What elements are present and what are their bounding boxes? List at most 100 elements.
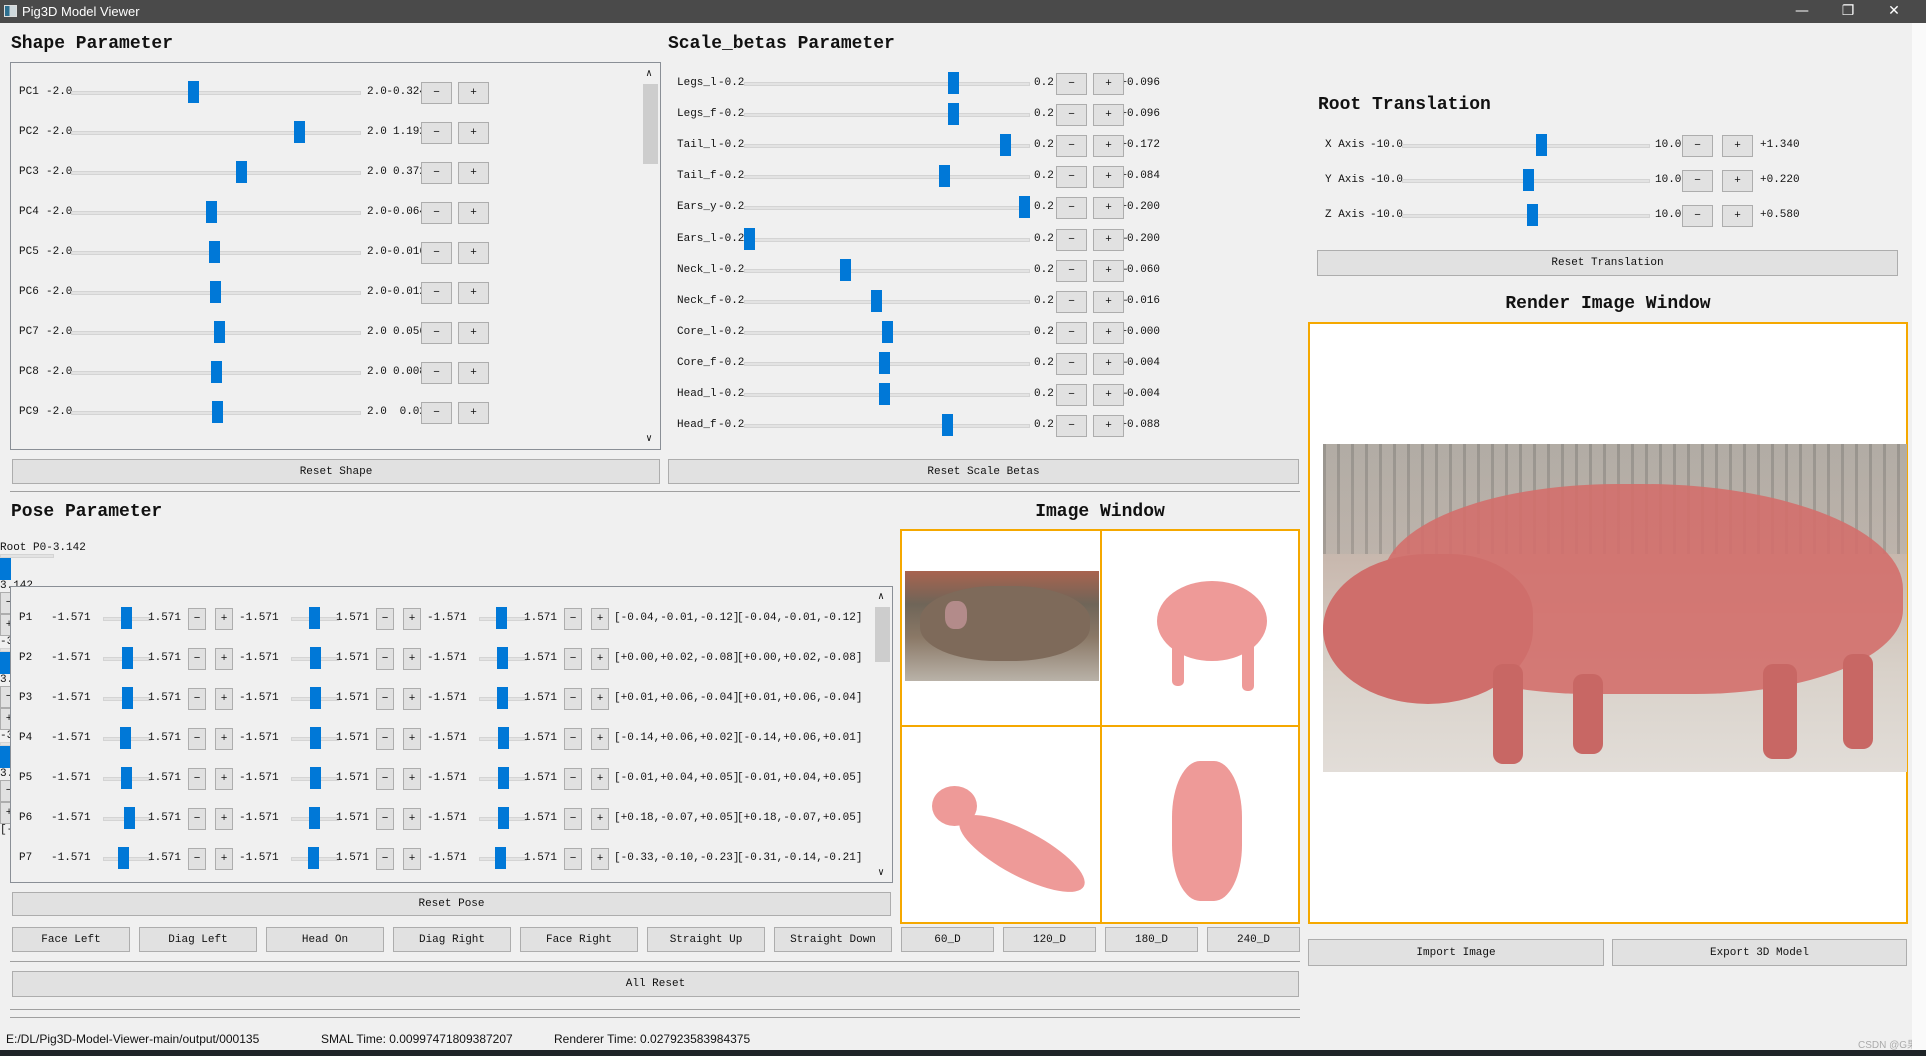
decrement-button[interactable]: −	[421, 242, 452, 264]
preset-face-left-button[interactable]: Face Left	[12, 927, 130, 952]
increment-button[interactable]: +	[591, 648, 609, 670]
increment-button[interactable]: +	[215, 608, 233, 630]
reset-pose-button[interactable]: Reset Pose	[12, 892, 891, 916]
increment-button[interactable]: +	[215, 848, 233, 870]
shape-slider-handle[interactable]	[211, 361, 223, 383]
increment-button[interactable]: +	[458, 202, 489, 224]
view-240_d-button[interactable]: 240_D	[1207, 927, 1300, 952]
decrement-button[interactable]: −	[564, 688, 582, 710]
all-reset-button[interactable]: All Reset	[12, 971, 1299, 997]
decrement-button[interactable]: −	[1682, 135, 1713, 157]
scroll-up-icon[interactable]: ∧	[878, 591, 884, 603]
shape-slider-handle[interactable]	[209, 241, 221, 263]
pose-axis-0-slider-handle[interactable]	[119, 727, 131, 749]
pose-axis-0-slider-handle[interactable]	[117, 847, 129, 869]
decrement-button[interactable]: −	[1682, 170, 1713, 192]
increment-button[interactable]: +	[1093, 197, 1124, 220]
pose-axis-1-slider-handle[interactable]	[310, 687, 322, 709]
preset-face-right-button[interactable]: Face Right	[520, 927, 638, 952]
decrement-button[interactable]: −	[376, 688, 394, 710]
decrement-button[interactable]: −	[564, 608, 582, 630]
scroll-down-icon[interactable]: ∨	[646, 433, 652, 445]
increment-button[interactable]: +	[1093, 228, 1124, 251]
scale-slider-handle[interactable]	[840, 258, 852, 281]
decrement-button[interactable]: −	[1056, 135, 1087, 158]
scale-slider-handle[interactable]	[942, 414, 953, 437]
pose-axis-0-slider-handle[interactable]	[123, 807, 135, 829]
decrement-button[interactable]: −	[1056, 259, 1087, 282]
increment-button[interactable]: +	[458, 122, 489, 144]
decrement-button[interactable]: −	[1682, 205, 1713, 227]
decrement-button[interactable]: −	[564, 768, 582, 790]
pose-axis-0-slider-handle[interactable]	[121, 767, 133, 789]
scale-slider-handle[interactable]	[870, 289, 882, 312]
decrement-button[interactable]: −	[188, 648, 206, 670]
decrement-button[interactable]: −	[188, 848, 206, 870]
scale-slider[interactable]	[744, 144, 1030, 149]
increment-button[interactable]: +	[215, 688, 233, 710]
minimize-button[interactable]: —	[1782, 2, 1822, 20]
translation-slider-handle[interactable]	[1523, 169, 1535, 191]
increment-button[interactable]: +	[215, 768, 233, 790]
scale-slider[interactable]	[744, 299, 1030, 304]
decrement-button[interactable]: −	[1056, 197, 1087, 220]
increment-button[interactable]: +	[458, 402, 489, 424]
view-60_d-button[interactable]: 60_D	[901, 927, 994, 952]
decrement-button[interactable]: −	[564, 848, 582, 870]
decrement-button[interactable]: −	[1056, 352, 1087, 375]
increment-button[interactable]: +	[591, 808, 609, 830]
increment-button[interactable]: +	[1093, 384, 1124, 406]
scale-slider-handle[interactable]	[1019, 196, 1030, 219]
pose-axis-0-slider-handle[interactable]	[121, 607, 133, 629]
pose-axis-0-slider-handle[interactable]	[0, 558, 11, 580]
pose-axis-1-slider-handle[interactable]	[310, 727, 322, 749]
preset-head-on-button[interactable]: Head On	[266, 927, 384, 952]
increment-button[interactable]: +	[1722, 135, 1753, 157]
decrement-button[interactable]: −	[1056, 321, 1087, 344]
shape-slider-handle[interactable]	[209, 281, 221, 303]
decrement-button[interactable]: −	[421, 162, 452, 184]
shape-slider-handle[interactable]	[187, 81, 199, 103]
decrement-button[interactable]: −	[188, 808, 206, 830]
decrement-button[interactable]: −	[564, 728, 582, 750]
increment-button[interactable]: +	[458, 162, 489, 184]
increment-button[interactable]: +	[591, 728, 609, 750]
pose-axis-2-slider-handle[interactable]	[497, 727, 509, 749]
decrement-button[interactable]: −	[421, 202, 452, 224]
scale-slider-handle[interactable]	[999, 134, 1011, 157]
scale-slider-handle[interactable]	[939, 165, 951, 188]
translation-slider[interactable]	[1402, 214, 1650, 218]
increment-button[interactable]: +	[1093, 135, 1124, 158]
decrement-button[interactable]: −	[421, 362, 452, 384]
increment-button[interactable]: +	[458, 282, 489, 304]
increment-button[interactable]: +	[403, 648, 421, 670]
decrement-button[interactable]: −	[376, 728, 394, 750]
scale-slider-handle[interactable]	[878, 383, 890, 405]
decrement-button[interactable]: −	[564, 648, 582, 670]
pose-axis-1-slider-handle[interactable]	[309, 767, 321, 789]
increment-button[interactable]: +	[1722, 170, 1753, 192]
decrement-button[interactable]: −	[1056, 228, 1087, 251]
increment-button[interactable]: +	[458, 82, 489, 104]
scale-slider-handle[interactable]	[878, 351, 890, 374]
translation-slider-handle[interactable]	[1527, 204, 1539, 226]
scale-slider-handle[interactable]	[947, 72, 959, 94]
preset-diag-right-button[interactable]: Diag Right	[393, 927, 511, 952]
increment-button[interactable]: +	[215, 808, 233, 830]
shape-slider-handle[interactable]	[211, 401, 223, 423]
pose-axis-2-slider-handle[interactable]	[496, 607, 508, 629]
scroll-up-icon[interactable]: ∧	[646, 68, 652, 80]
view-180_d-button[interactable]: 180_D	[1105, 927, 1198, 952]
scale-slider-handle[interactable]	[881, 320, 893, 343]
decrement-button[interactable]: −	[421, 82, 452, 104]
decrement-button[interactable]: −	[1056, 166, 1087, 189]
pose-axis-0-slider-handle[interactable]	[121, 647, 133, 669]
scale-slider-handle[interactable]	[744, 227, 755, 250]
shape-slider-handle[interactable]	[206, 201, 218, 223]
decrement-button[interactable]: −	[376, 848, 394, 870]
decrement-button[interactable]: −	[564, 808, 582, 830]
scale-slider[interactable]	[744, 268, 1030, 273]
increment-button[interactable]: +	[1093, 321, 1124, 344]
decrement-button[interactable]: −	[421, 402, 452, 424]
preset-diag-left-button[interactable]: Diag Left	[139, 927, 257, 952]
